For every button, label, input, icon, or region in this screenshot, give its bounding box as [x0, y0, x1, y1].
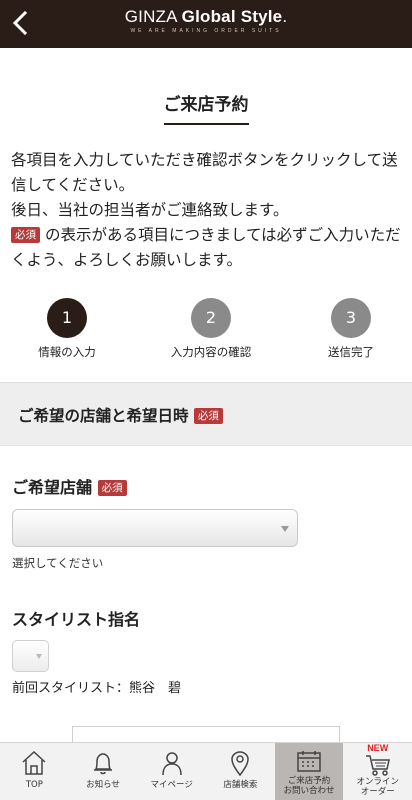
required-badge: 必須	[193, 408, 223, 424]
tab-mypage[interactable]: マイページ	[137, 743, 206, 800]
step-number: 2	[191, 298, 231, 338]
step-input: 1 情報の入力	[0, 298, 137, 360]
tab-online-order[interactable]: NEW オンライン オーダー	[343, 743, 412, 800]
required-badge: 必須	[11, 227, 40, 243]
home-icon	[22, 750, 46, 775]
tab-reservation[interactable]: ご来店予約 お問い合わせ	[274, 743, 344, 800]
tab-label: マイページ	[150, 780, 193, 790]
tab-label: TOP	[25, 780, 43, 790]
required-badge: 必須	[97, 480, 127, 496]
map-pin-icon	[231, 751, 250, 777]
cart-icon	[365, 755, 390, 776]
step-number: 1	[47, 298, 87, 338]
step-label: 送信完了	[328, 345, 374, 359]
brand-mark: .	[282, 7, 288, 26]
store-field-label: ご希望店舗 必須	[12, 474, 127, 498]
intro-text: 各項目を入力していただき確認ボタンをクリックして送信してください。 後日、当社の…	[11, 148, 402, 273]
tab-store-search[interactable]: 店舗検索	[206, 743, 275, 800]
step-number: 3	[331, 298, 371, 338]
brand-logo: GINZA Global Style. WE ARE MAKING ORDER …	[0, 7, 412, 34]
calendar-icon	[297, 751, 321, 772]
header-bar: GINZA Global Style. WE ARE MAKING ORDER …	[0, 0, 412, 48]
dropdown-arrow-icon	[281, 526, 289, 532]
section-header: ご希望の店舗と希望日時 必須	[0, 382, 412, 446]
bottom-tab-bar: TOP お知らせ マイページ 店舗検索 ご来店予約 お問い合わせ NEW オンラ…	[0, 742, 412, 800]
new-badge: NEW	[367, 743, 389, 753]
brand-tagline: WE ARE MAKING ORDER SUITS	[130, 28, 282, 34]
section-title: ご希望の店舗と希望日時 必須	[18, 404, 223, 426]
step-label: 情報の入力	[38, 345, 96, 359]
step-label: 入力内容の確認	[170, 345, 252, 359]
step-confirm: 2 入力内容の確認	[141, 298, 281, 360]
previous-stylist: 前回スタイリスト：熊谷 碧	[12, 681, 182, 696]
tab-label: 店舗検索	[223, 780, 258, 790]
intro-line-2: 後日、当社の担当者がご連絡致します。	[11, 201, 289, 219]
person-icon	[161, 752, 182, 776]
store-select[interactable]	[12, 509, 298, 547]
tab-label: お知らせ	[86, 780, 120, 790]
dropdown-arrow-icon	[36, 654, 42, 659]
stylist-field-label: スタイリスト指名	[12, 610, 141, 629]
tab-label: オンライン	[356, 777, 399, 787]
page-title: ご来店予約	[0, 90, 412, 125]
intro-line-1: 各項目を入力していただき確認ボタンをクリックして送信してください。	[11, 151, 398, 194]
tab-label-2: お問い合わせ	[283, 786, 335, 796]
tab-label: ご来店予約	[287, 776, 331, 786]
stylist-select[interactable]	[12, 640, 49, 672]
tab-label-2: オーダー	[360, 787, 395, 797]
brand-part2: Global Style	[181, 7, 283, 26]
store-hint: 選択してください	[12, 556, 104, 570]
brand-part1: GINZA	[124, 7, 182, 26]
intro-line-3: 必須 の表示がある項目につきましては必ずご入力いただくよう、よろしくお願いします…	[11, 226, 401, 269]
progress-steps: 1 情報の入力 2 入力内容の確認 3 送信完了	[0, 298, 412, 360]
tab-top[interactable]: TOP	[0, 743, 69, 800]
bell-icon	[94, 753, 112, 775]
step-complete: 3 送信完了	[281, 298, 412, 360]
tab-news[interactable]: お知らせ	[69, 743, 138, 800]
